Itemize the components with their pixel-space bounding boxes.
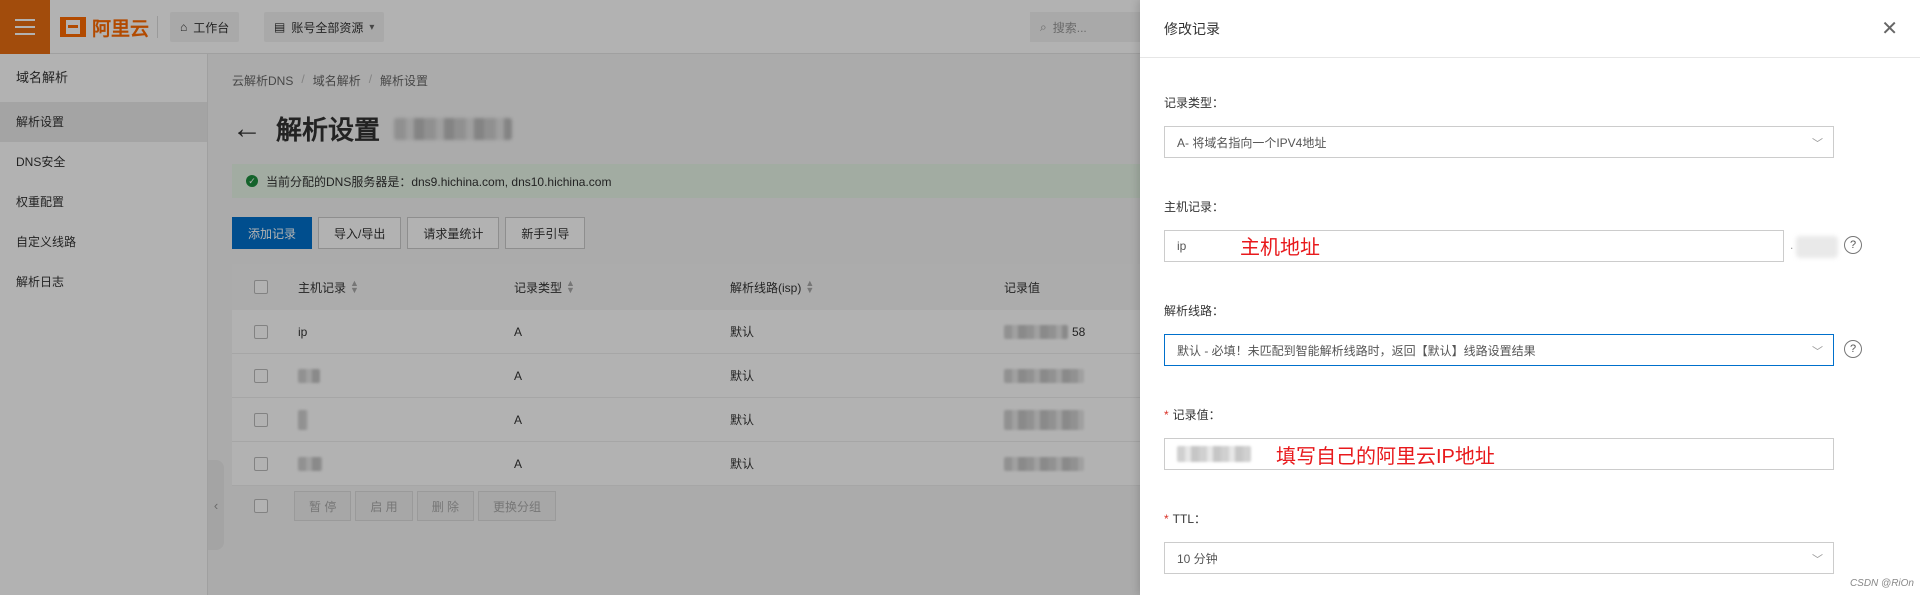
record-type-value: A- 将域名指向一个IPV4地址	[1177, 135, 1327, 150]
dns-line-label: 解析线路：	[1164, 304, 1225, 318]
redacted-ip	[1177, 446, 1251, 462]
required-asterisk: *	[1164, 512, 1169, 526]
drawer-header: 修改记录 ✕	[1140, 0, 1920, 58]
edit-record-drawer: 修改记录 ✕ 记录类型： A- 将域名指向一个IPV4地址 ﹀ 主机记录： ip…	[1140, 0, 1920, 595]
record-value-annotation: 填写自己的阿里云IP地址	[1276, 446, 1495, 468]
record-value-input[interactable]	[1164, 438, 1834, 470]
record-type-select[interactable]: A- 将域名指向一个IPV4地址 ﹀	[1164, 126, 1834, 158]
dns-line-value: 默认 - 必填！未匹配到智能解析线路时，返回【默认】线路设置结果	[1177, 343, 1536, 358]
ttl-label: * TTL：	[1164, 510, 1206, 527]
redacted-domain-suffix	[1796, 236, 1838, 258]
domain-dot: .	[1790, 238, 1794, 252]
host-record-label: 主机记录：	[1164, 200, 1225, 214]
ttl-label-text: TTL：	[1172, 512, 1207, 526]
host-annotation: 主机地址	[1240, 237, 1320, 259]
help-icon[interactable]: ?	[1844, 236, 1862, 254]
close-icon[interactable]: ✕	[1881, 19, 1898, 39]
chevron-down-icon: ﹀	[1812, 346, 1823, 358]
help-icon[interactable]: ?	[1844, 340, 1862, 358]
modal-overlay[interactable]	[0, 0, 1140, 595]
ttl-value: 10 分钟	[1177, 551, 1218, 566]
host-record-value: ip	[1177, 239, 1187, 253]
watermark: CSDN @RiOn	[1849, 578, 1914, 589]
chevron-down-icon: ﹀	[1812, 554, 1823, 566]
record-value-label: * 记录值：	[1164, 406, 1221, 423]
required-asterisk: *	[1164, 408, 1169, 422]
record-value-label-text: 记录值：	[1172, 408, 1221, 422]
dns-line-select[interactable]: 默认 - 必填！未匹配到智能解析线路时，返回【默认】线路设置结果 ﹀	[1164, 334, 1834, 366]
chevron-down-icon: ﹀	[1812, 138, 1823, 150]
ttl-select[interactable]: 10 分钟 ﹀	[1164, 542, 1834, 574]
drawer-title: 修改记录	[1164, 20, 1220, 37]
record-type-label: 记录类型：	[1164, 96, 1225, 110]
